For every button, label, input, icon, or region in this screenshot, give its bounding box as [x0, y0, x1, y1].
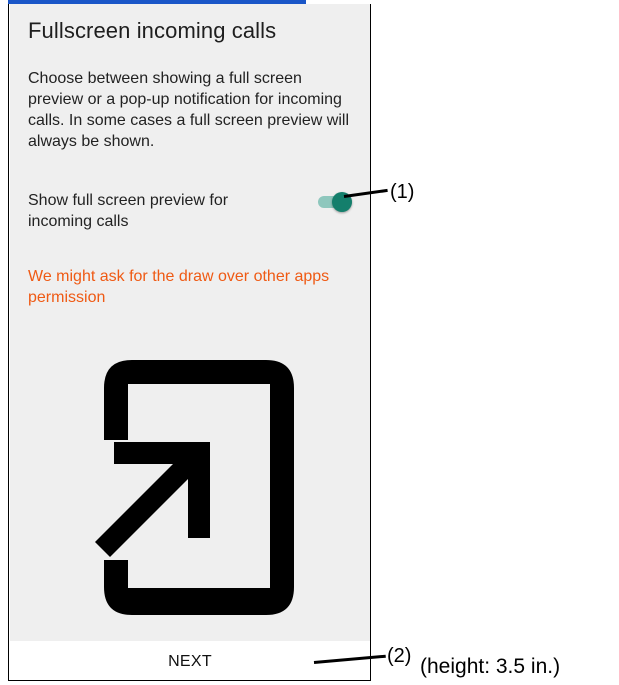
description-text: Choose between showing a full screen pre…	[28, 70, 350, 150]
phone-enter-arrow-icon	[95, 360, 294, 615]
toggle-label: Show full screen preview for incoming ca…	[28, 192, 229, 230]
height-note: (height: 3.5 in.)	[420, 655, 561, 678]
onboarding-screen: Fullscreen incoming calls Choose between…	[10, 4, 370, 641]
callout-marker-2: (2)	[387, 645, 412, 667]
fullscreen-preview-setting[interactable]: Show full screen preview for incoming ca…	[28, 190, 352, 234]
phone-frame: Fullscreen incoming calls Choose between…	[8, 4, 371, 681]
page-title: Fullscreen incoming calls	[28, 18, 277, 43]
permission-warning: We might ask for the draw over other app…	[28, 268, 330, 306]
callout-marker-1: (1)	[390, 181, 415, 203]
